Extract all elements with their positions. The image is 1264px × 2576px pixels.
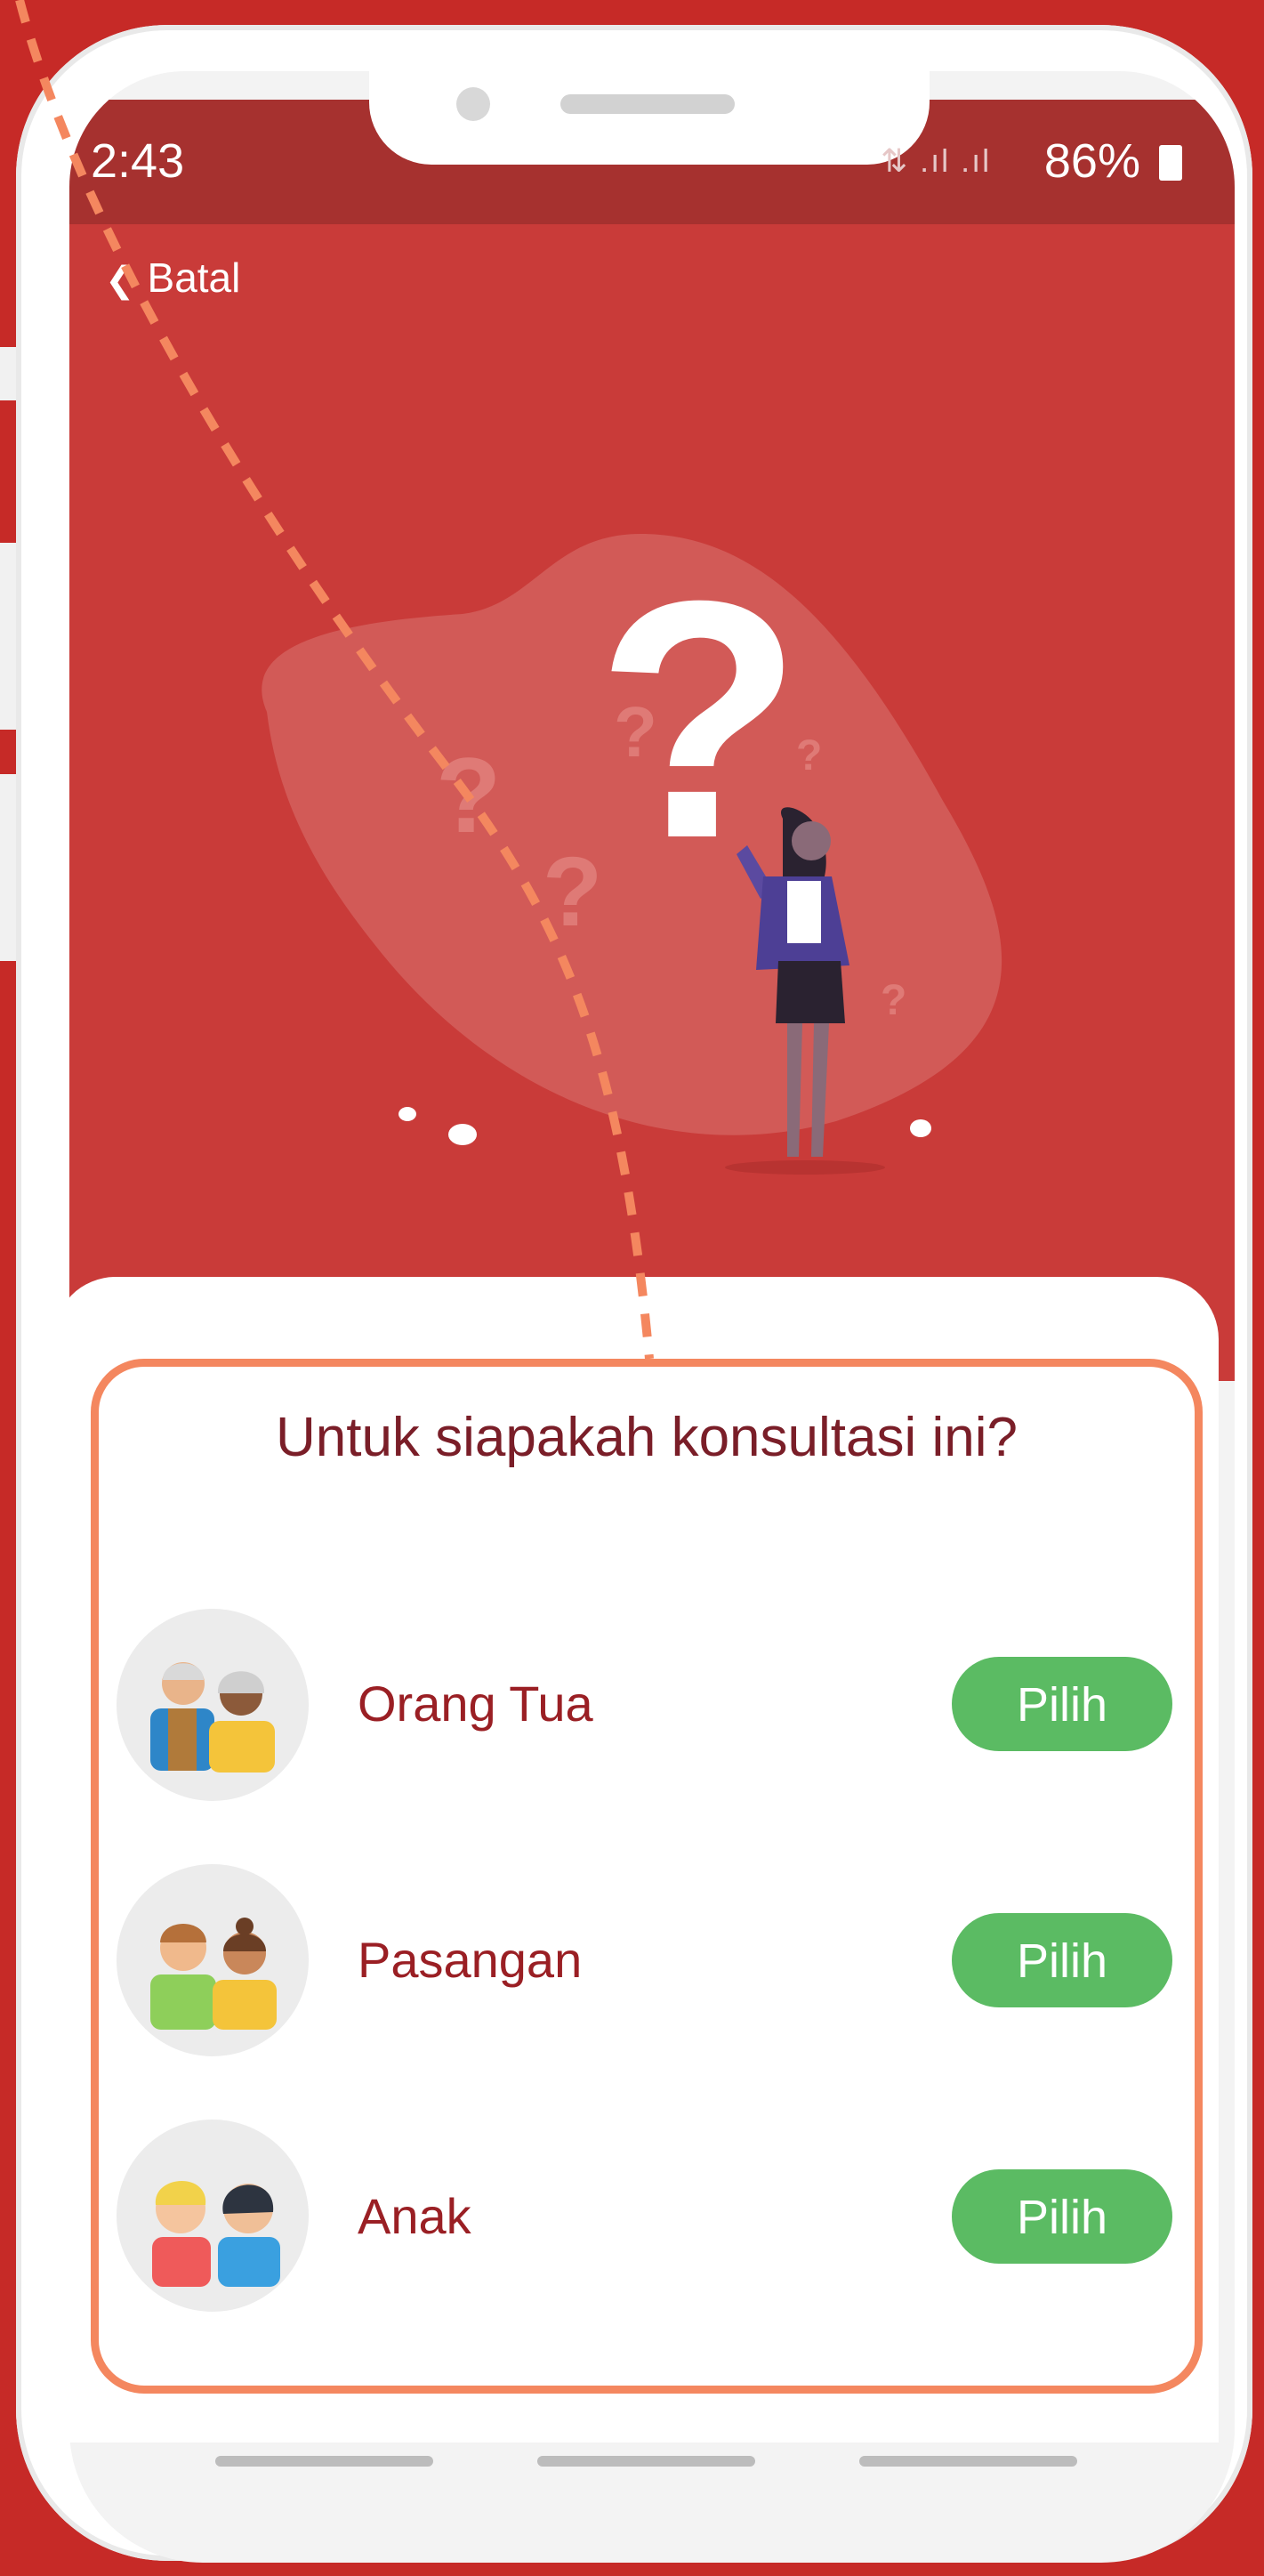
option-label-orang-tua: Orang Tua: [358, 1676, 593, 1732]
option-label-anak: Anak: [358, 2188, 471, 2244]
grandparents-avatar: [117, 1609, 309, 1801]
couple-avatar: [117, 1864, 309, 2056]
sheet-question: Untuk siapakah konsultasi ini?: [275, 1407, 1018, 1468]
pilih-button-orang-tua[interactable]: Pilih: [952, 1657, 1172, 1751]
pilih-button-anak[interactable]: Pilih: [952, 2169, 1172, 2264]
nav-indicator-left[interactable]: [215, 2456, 433, 2467]
pilih-button-pasangan[interactable]: Pilih: [952, 1913, 1172, 2007]
nav-indicator-center[interactable]: [537, 2456, 755, 2467]
option-label-pasangan: Pasangan: [358, 1932, 583, 1988]
children-avatar: [117, 2120, 309, 2312]
annotation-dashed-line: [15, 0, 654, 1360]
nav-indicator-right[interactable]: [859, 2456, 1077, 2467]
